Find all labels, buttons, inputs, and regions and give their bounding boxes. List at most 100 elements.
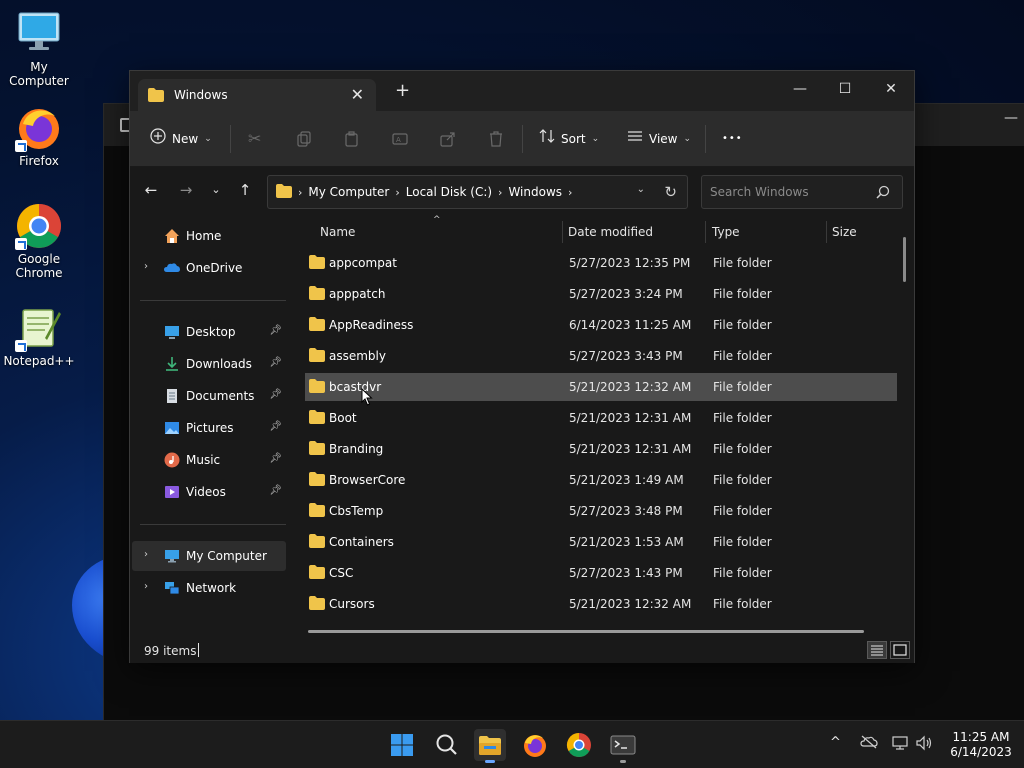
table-row[interactable]: Containers 5/21/2023 1:53 AM File folder [305, 528, 897, 556]
table-row[interactable]: Branding 5/21/2023 12:31 AM File folder [305, 435, 897, 463]
pictures-icon [164, 420, 180, 436]
desktop-icon-label: My Computer [9, 60, 69, 88]
desktop-icon-firefox[interactable]: Firefox [0, 104, 78, 168]
pin-icon[interactable]: 📌︎ [269, 453, 282, 464]
pin-icon[interactable]: 📌︎ [269, 421, 282, 432]
new-button[interactable]: New ⌄ [150, 127, 212, 151]
paste-icon[interactable] [344, 127, 360, 151]
search-taskbar-button[interactable] [431, 729, 463, 761]
breadcrumb-windows[interactable]: Windows [508, 185, 562, 199]
chevron-right-icon[interactable]: › [568, 186, 572, 199]
column-divider[interactable] [705, 221, 706, 243]
chevron-right-icon[interactable]: › [144, 581, 148, 592]
sort-button[interactable]: Sort ⌄ [539, 127, 599, 151]
search-input[interactable] [702, 176, 872, 208]
table-row[interactable]: Boot 5/21/2023 12:31 AM File folder [305, 404, 897, 432]
taskbar-google-chrome[interactable] [563, 729, 595, 761]
pin-icon[interactable]: 📌︎ [269, 325, 282, 336]
tab-windows[interactable]: Windows ✕ [138, 79, 376, 111]
refresh-icon[interactable]: ↻ [664, 183, 677, 201]
table-row[interactable]: BrowserCore 5/21/2023 1:49 AM File folder [305, 466, 897, 494]
column-header-type[interactable]: Type [712, 225, 740, 239]
breadcrumb-local-disk[interactable]: Local Disk (C:) [406, 185, 492, 199]
rename-icon[interactable]: A [392, 127, 408, 151]
forward-button[interactable]: → [175, 181, 197, 199]
table-row[interactable]: CSC 5/27/2023 1:43 PM File folder [305, 559, 897, 587]
taskbar-terminal[interactable] [607, 729, 639, 763]
vertical-scrollbar[interactable] [903, 237, 906, 282]
shortcut-arrow-icon [15, 238, 27, 250]
network-status-icon[interactable] [892, 735, 910, 755]
sidebar-item-home[interactable]: Home [132, 221, 286, 251]
column-header-name[interactable]: Name [320, 225, 355, 239]
copy-icon[interactable] [296, 127, 312, 151]
pin-icon[interactable]: 📌︎ [269, 357, 282, 368]
title-bar[interactable]: Windows ✕ + — ☐ ✕ [130, 71, 914, 111]
view-button[interactable]: View ⌄ [627, 127, 691, 151]
breadcrumb-my-computer[interactable]: My Computer [308, 185, 389, 199]
maximize-button[interactable]: ☐ [822, 75, 868, 105]
taskbar-firefox[interactable] [519, 729, 551, 761]
delete-icon[interactable] [488, 127, 504, 151]
sidebar-item-label: Pictures [186, 421, 234, 435]
sidebar-item-documents[interactable]: Documents 📌︎ [132, 381, 286, 411]
sidebar-item-pictures[interactable]: Pictures 📌︎ [132, 413, 286, 443]
more-options-button[interactable]: ••• [722, 127, 743, 151]
desktop-icon-google-chrome[interactable]: Google Chrome [0, 202, 78, 280]
chevron-up-icon[interactable]: ^ [830, 735, 841, 750]
table-row[interactable]: appcompat 5/27/2023 12:35 PM File folder [305, 249, 897, 277]
file-explorer-window[interactable]: Windows ✕ + — ☐ ✕ New ⌄ ✂ A Sort ⌄ View … [129, 70, 915, 663]
taskbar-file-explorer[interactable] [474, 729, 506, 763]
cut-icon[interactable]: ✂ [248, 127, 261, 151]
status-divider [198, 643, 199, 657]
chevron-right-icon[interactable]: › [144, 261, 148, 272]
desktop-icon-my-computer[interactable]: My Computer [0, 10, 78, 88]
sort-ascending-icon: ^ [433, 215, 441, 225]
sidebar-item-videos[interactable]: Videos 📌︎ [132, 477, 286, 507]
sidebar-item-label: Home [186, 229, 222, 243]
sidebar-item-desktop[interactable]: Desktop 📌︎ [132, 317, 286, 347]
sidebar-item-onedrive[interactable]: › OneDrive [132, 253, 286, 283]
column-header-date-modified[interactable]: Date modified [568, 225, 653, 239]
minimize-button[interactable]: — [777, 75, 823, 105]
close-button[interactable]: ✕ [868, 75, 914, 105]
sidebar-item-network[interactable]: › Network [132, 573, 286, 603]
horizontal-scrollbar[interactable] [308, 630, 864, 633]
desktop-icon-notepad-plus-plus[interactable]: Notepad++ [0, 304, 78, 368]
share-icon[interactable] [440, 127, 456, 151]
search-box[interactable] [701, 175, 903, 209]
sidebar-item-label: Network [186, 581, 237, 595]
column-divider[interactable] [826, 221, 827, 243]
file-name: CSC [329, 566, 354, 580]
table-row[interactable]: apppatch 5/27/2023 3:24 PM File folder [305, 280, 897, 308]
system-clock[interactable]: 11:25 AM 6/14/2023 [942, 730, 1020, 760]
address-bar[interactable]: › My Computer › Local Disk (C:) › Window… [267, 175, 688, 209]
pin-icon[interactable]: 📌︎ [269, 485, 282, 496]
tiles-view-button[interactable] [890, 641, 910, 659]
details-view-button[interactable] [867, 641, 887, 659]
background-minimize-button[interactable]: — [1004, 110, 1018, 126]
up-button[interactable]: ↑ [234, 181, 256, 199]
recent-locations-button[interactable]: ⌄ [205, 183, 227, 196]
onedrive-offline-icon[interactable] [860, 735, 878, 753]
file-date-modified: 5/27/2023 1:43 PM [569, 566, 683, 580]
start-button[interactable] [386, 729, 418, 761]
volume-icon[interactable] [916, 735, 934, 755]
new-tab-button[interactable]: + [395, 82, 410, 100]
table-row[interactable]: assembly 5/27/2023 3:43 PM File folder [305, 342, 897, 370]
address-history-dropdown[interactable]: ⌄ [637, 184, 645, 195]
tab-close-button[interactable]: ✕ [351, 85, 364, 104]
table-row[interactable]: AppReadiness 6/14/2023 11:25 AM File folde… [305, 311, 897, 339]
table-row[interactable]: bcastdvr 5/21/2023 12:32 AM File folder [305, 373, 897, 401]
table-row[interactable]: Cursors 5/21/2023 12:32 AM File folder [305, 590, 897, 618]
chrome-icon [15, 202, 63, 250]
table-row[interactable]: CbsTemp 5/27/2023 3:48 PM File folder [305, 497, 897, 525]
sidebar-item-downloads[interactable]: Downloads 📌︎ [132, 349, 286, 379]
column-header-size[interactable]: Size [832, 225, 857, 239]
column-divider[interactable] [562, 221, 563, 243]
sidebar-item-my-computer[interactable]: › My Computer [132, 541, 286, 571]
pin-icon[interactable]: 📌︎ [269, 389, 282, 400]
back-button[interactable]: ← [140, 181, 162, 199]
sidebar-item-music[interactable]: Music 📌︎ [132, 445, 286, 475]
chevron-right-icon[interactable]: › [144, 549, 148, 560]
